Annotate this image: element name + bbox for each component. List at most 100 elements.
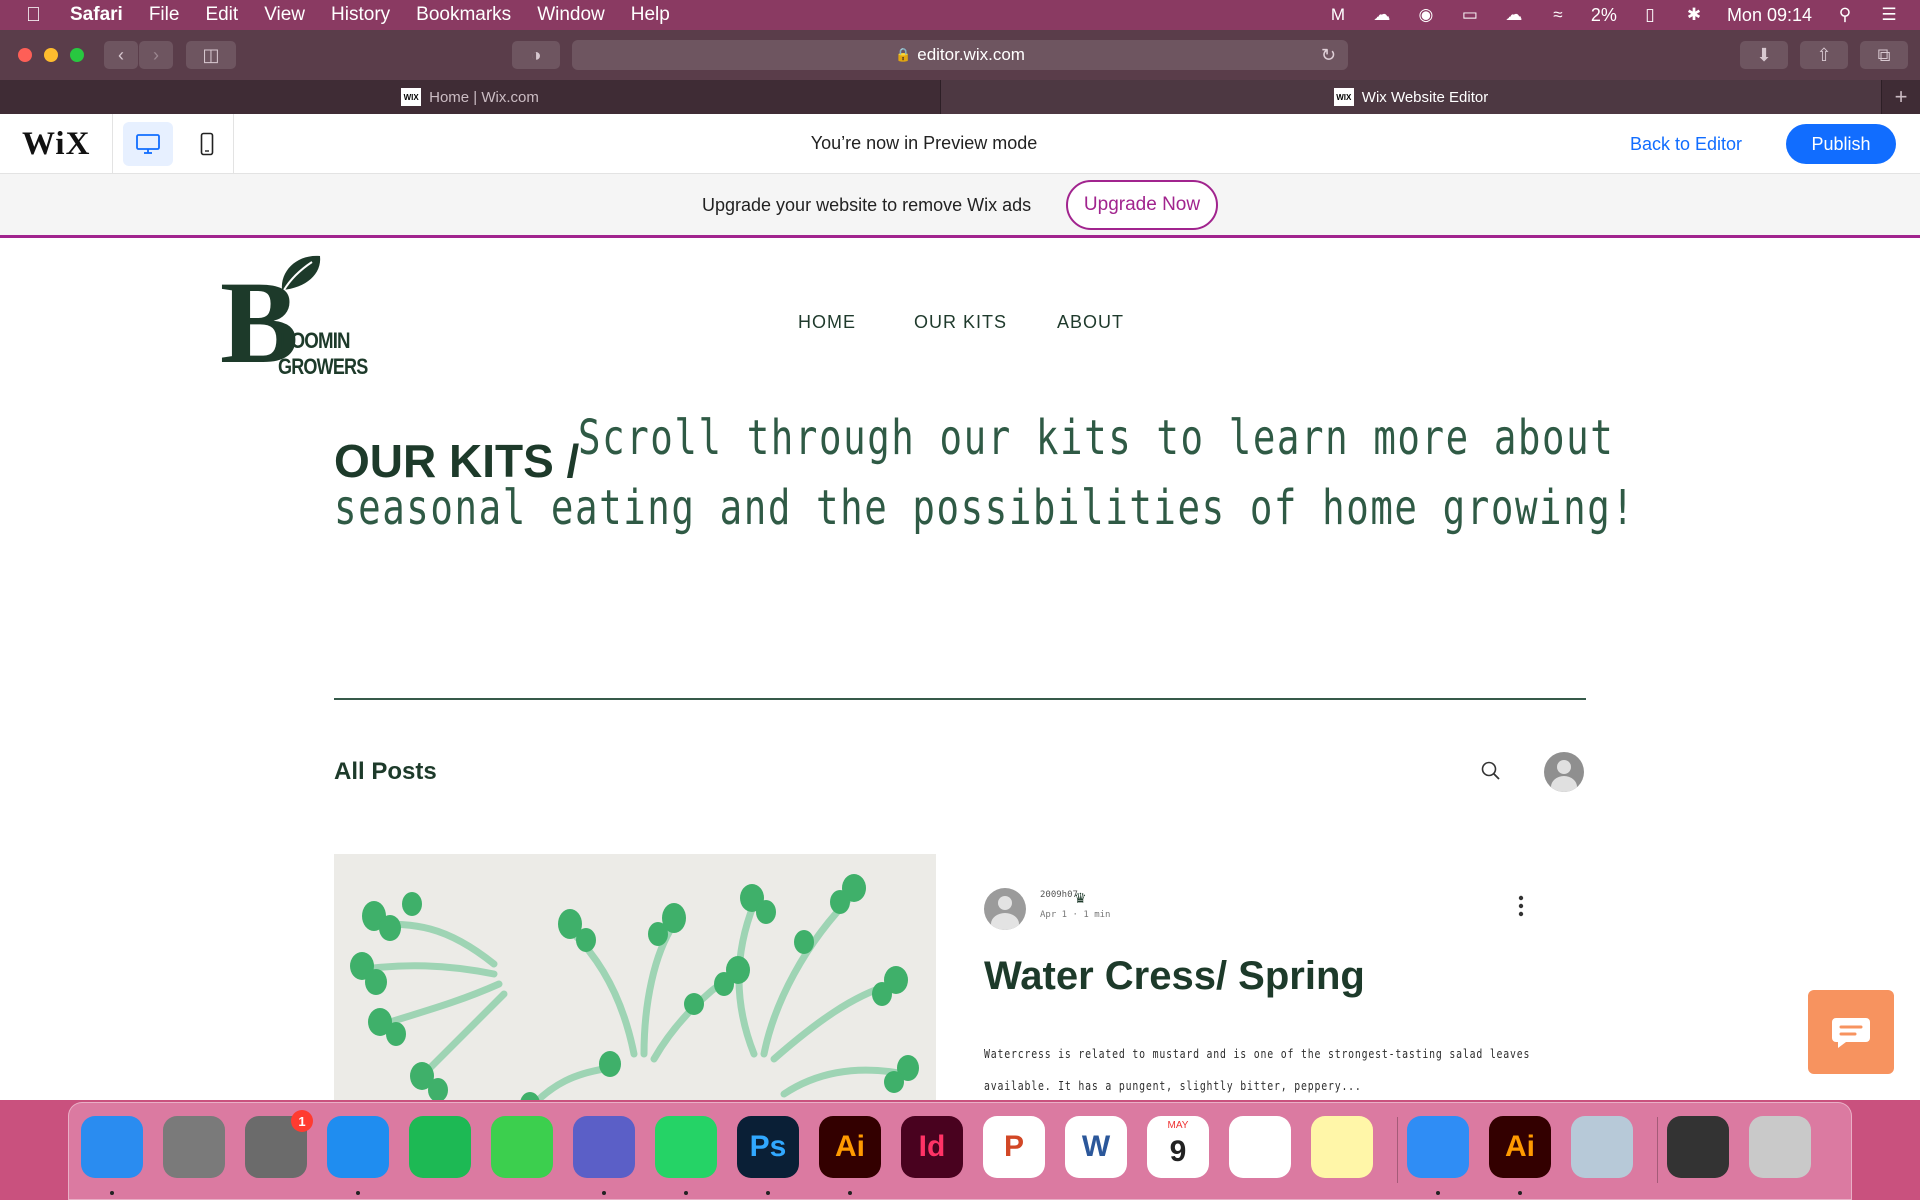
safari-toolbar: ‹ › ◫ ◑ 🔒 editor.wix.com ↻ ⬇ ⇧ ⧉ (0, 30, 1920, 80)
running-indicator (110, 1191, 114, 1195)
nav-home[interactable]: HOME (798, 312, 856, 333)
menu-bookmarks[interactable]: Bookmarks (416, 4, 511, 26)
tab-home-wix[interactable]: WIX Home | Wix.com (0, 80, 941, 114)
menubar-clock[interactable]: Mon 09:14 (1727, 5, 1812, 26)
whatsapp-icon[interactable] (655, 1116, 717, 1178)
upgrade-banner: Upgrade your website to remove Wix ads U… (0, 174, 1920, 238)
finder-icon[interactable] (81, 1116, 143, 1178)
post-title[interactable]: Water Cress/ Spring (984, 954, 1365, 999)
menu-history[interactable]: History (331, 4, 390, 26)
post-card[interactable]: 2009h07 ♛ Apr 1 · 1 min Water Cress/ Spr… (936, 854, 1586, 1100)
preview-icon[interactable] (1571, 1116, 1633, 1178)
all-posts-heading[interactable]: All Posts (334, 758, 437, 786)
spotlight-search-icon[interactable]: ⚲ (1834, 5, 1856, 24)
system-preferences-icon[interactable]: 1 (245, 1110, 313, 1178)
chat-icon (1832, 1018, 1870, 1048)
bluetooth-icon[interactable]: ✱ (1683, 5, 1705, 24)
indesign-icon[interactable]: Id (901, 1116, 963, 1178)
notification-center-icon[interactable]: ☰ (1878, 5, 1900, 24)
post-author[interactable]: 2009h07 (1040, 890, 1078, 900)
chat-widget-button[interactable] (1808, 990, 1894, 1074)
wix-favicon: WIX (401, 88, 422, 106)
illustrator-2-icon[interactable]: Ai (1489, 1116, 1551, 1178)
photoshop-icon[interactable]: Ps (737, 1116, 799, 1178)
running-indicator (1518, 1191, 1522, 1195)
menu-file[interactable]: File (149, 4, 180, 26)
tab-label: Wix Website Editor (1361, 88, 1489, 106)
illustrator-label: Ai (835, 1130, 865, 1163)
icloud-icon[interactable]: ☁ (1503, 5, 1525, 24)
logo-line-1: LOOMIN (280, 328, 351, 353)
apple-icon[interactable]:  (26, 4, 56, 27)
menu-view[interactable]: View (264, 4, 305, 26)
powerpoint-icon[interactable]: P (983, 1116, 1045, 1178)
spotify-icon[interactable] (409, 1116, 471, 1178)
tab-bar: WIX Home | Wix.com WIX Wix Website Edito… (0, 80, 1920, 114)
nav-about[interactable]: ABOUT (1057, 312, 1124, 333)
reminders-icon[interactable] (1229, 1116, 1291, 1178)
close-window-icon[interactable] (18, 48, 32, 62)
illustrator-icon[interactable]: Ai (819, 1116, 881, 1178)
indesign-label: Id (918, 1130, 946, 1163)
running-indicator (602, 1191, 606, 1195)
running-indicator (356, 1191, 360, 1195)
tab-wix-editor[interactable]: WIX Wix Website Editor (941, 80, 1882, 114)
tab-overview-icon[interactable]: ⧉ (1860, 41, 1908, 69)
menu-app-name[interactable]: Safari (70, 4, 123, 26)
publish-button[interactable]: Publish (1786, 124, 1896, 164)
calendar-label: 9 (1169, 1135, 1187, 1168)
notes-icon[interactable] (1311, 1116, 1373, 1178)
m-app-icon[interactable]: M (1327, 5, 1349, 24)
post-excerpt-line-2: available. It has a pungent, slightly bi… (984, 1079, 1362, 1093)
member-avatar-icon[interactable] (1544, 752, 1584, 792)
menu-edit[interactable]: Edit (205, 4, 238, 26)
battery-percent: 2% (1590, 4, 1617, 25)
address-bar[interactable]: 🔒 editor.wix.com ↻ (572, 40, 1348, 70)
meta-separator: · (1072, 910, 1084, 920)
illustrator-2-label: Ai (1505, 1130, 1535, 1163)
downloads-icon[interactable]: ⬇ (1740, 41, 1788, 69)
word-label: W (1081, 1130, 1111, 1163)
zoom-window-icon[interactable] (70, 48, 84, 62)
teams-icon[interactable] (573, 1116, 635, 1178)
battery-icon[interactable]: ▯ (1639, 5, 1661, 24)
facetime-icon[interactable] (491, 1116, 553, 1178)
stacks-icon[interactable] (1667, 1116, 1729, 1178)
airplay-icon[interactable]: ▭ (1459, 5, 1481, 24)
messenger-icon[interactable]: ◉ (1415, 5, 1437, 24)
nav-our-kits[interactable]: OUR KITS (914, 312, 1007, 333)
mail-app-icon[interactable] (1407, 1116, 1469, 1178)
author-avatar-icon[interactable] (984, 888, 1026, 930)
post-excerpt[interactable]: Watercress is related to mustard and is … (984, 1038, 1529, 1100)
wifi-icon[interactable]: ≈ (1547, 5, 1569, 24)
upgrade-text: Upgrade your website to remove Wix ads (702, 195, 1032, 215)
creative-cloud-icon[interactable]: ☁ (1371, 5, 1393, 24)
calendar-icon[interactable]: MAY 9 (1147, 1116, 1209, 1178)
privacy-shield-icon[interactable]: ◑ (512, 41, 560, 69)
search-icon[interactable] (1480, 760, 1502, 782)
bloomin-growers-logo[interactable]: B LOOMIN GROWERS (220, 250, 380, 382)
share-icon[interactable]: ⇧ (1800, 41, 1848, 69)
menu-window[interactable]: Window (537, 4, 605, 26)
safari-icon[interactable] (327, 1116, 389, 1178)
sidebar-toggle-icon[interactable]: ◫ (186, 41, 236, 69)
more-options-icon[interactable] (1516, 894, 1526, 918)
upgrade-now-button[interactable]: Upgrade Now (1066, 180, 1218, 230)
new-tab-icon[interactable]: + (1882, 80, 1920, 114)
hero-subtitle-line-1: Scroll through our kits to learn more ab… (578, 410, 1615, 466)
back-to-editor-link[interactable]: Back to Editor (1630, 134, 1742, 155)
minimize-window-icon[interactable] (44, 48, 58, 62)
hero-subtitle-line-2: seasonal eating and the possibilities of… (334, 480, 1636, 536)
launchpad-icon[interactable] (163, 1116, 225, 1178)
post-cover-image[interactable] (334, 854, 936, 1100)
dock-separator (1657, 1117, 1658, 1183)
forward-icon[interactable]: › (139, 41, 173, 69)
reload-icon[interactable]: ↻ (1321, 45, 1336, 66)
wix-preview-bar: WiX You’re now in Preview mode Back to E… (0, 114, 1920, 174)
running-indicator (1436, 1191, 1440, 1195)
back-icon[interactable]: ‹ (104, 41, 138, 69)
menu-help[interactable]: Help (631, 4, 670, 26)
watercress-illustration (350, 874, 919, 1100)
trash-icon[interactable] (1749, 1116, 1811, 1178)
word-icon[interactable]: W (1065, 1116, 1127, 1178)
